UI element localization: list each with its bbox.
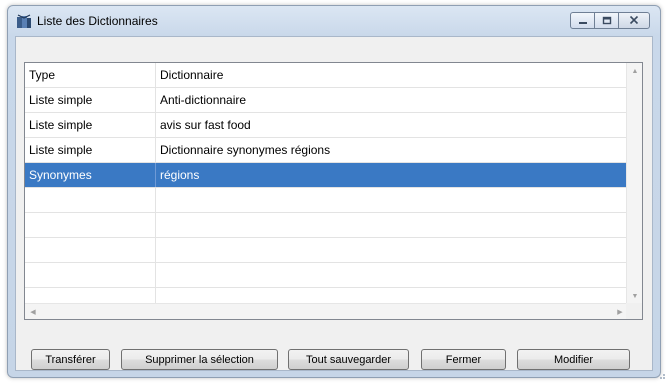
minimize-button[interactable] xyxy=(570,12,595,29)
maximize-icon xyxy=(602,12,612,30)
empty-row[interactable] xyxy=(25,188,628,213)
column-header-type[interactable]: Type xyxy=(25,63,156,87)
scroll-left-icon[interactable]: ◀ xyxy=(25,304,41,320)
table-header: Type Dictionnaire xyxy=(25,63,628,88)
cell-dictionnaire: Anti-dictionnaire xyxy=(160,93,247,107)
scroll-down-icon[interactable]: ▼ xyxy=(627,288,643,304)
close-button[interactable] xyxy=(618,12,650,29)
minimize-icon xyxy=(578,12,588,30)
table-row[interactable]: Liste simple Anti-dictionnaire xyxy=(25,88,628,113)
horizontal-scrollbar[interactable]: ◀ ▶ xyxy=(25,303,628,319)
cell-type: Synonymes xyxy=(25,163,156,187)
table-row-selected[interactable]: Synonymes régions xyxy=(25,163,628,188)
empty-row[interactable] xyxy=(25,263,628,288)
resize-grip-icon[interactable] xyxy=(656,370,666,380)
scroll-up-icon[interactable]: ▲ xyxy=(627,63,643,79)
column-header-dictionnaire[interactable]: Dictionnaire xyxy=(156,63,628,87)
title-bar[interactable]: Liste des Dictionnaires xyxy=(8,6,660,36)
close-icon xyxy=(629,12,639,30)
supprimer-selection-button[interactable]: Supprimer la sélection xyxy=(121,349,278,370)
window-title: Liste des Dictionnaires xyxy=(37,14,158,28)
fermer-button[interactable]: Fermer xyxy=(421,349,506,370)
cell-dictionnaire: avis sur fast food xyxy=(160,118,251,132)
tout-sauvegarder-button[interactable]: Tout sauvegarder xyxy=(288,349,409,370)
scrollbar-corner xyxy=(626,303,642,319)
dictionary-table[interactable]: Type Dictionnaire Liste simple Anti-dict… xyxy=(24,62,643,320)
modifier-button[interactable]: Modifier xyxy=(517,349,630,370)
cell-type: Liste simple xyxy=(25,88,156,112)
cell-type: Liste simple xyxy=(25,113,156,137)
empty-row[interactable] xyxy=(25,288,628,304)
vertical-scrollbar[interactable]: ▲ ▼ xyxy=(626,63,642,304)
empty-row[interactable] xyxy=(25,213,628,238)
table-row[interactable]: Liste simple avis sur fast food xyxy=(25,113,628,138)
cell-dictionnaire: régions xyxy=(160,168,200,182)
cell-dictionnaire: Dictionnaire synonymes régions xyxy=(160,143,331,157)
cell-type: Liste simple xyxy=(25,138,156,162)
table-rows: Type Dictionnaire Liste simple Anti-dict… xyxy=(25,63,628,304)
maximize-button[interactable] xyxy=(594,12,619,29)
transferer-button[interactable]: Transférer xyxy=(31,349,110,370)
dictionary-app-icon xyxy=(16,14,32,30)
empty-row[interactable] xyxy=(25,238,628,263)
table-row[interactable]: Liste simple Dictionnaire synonymes régi… xyxy=(25,138,628,163)
